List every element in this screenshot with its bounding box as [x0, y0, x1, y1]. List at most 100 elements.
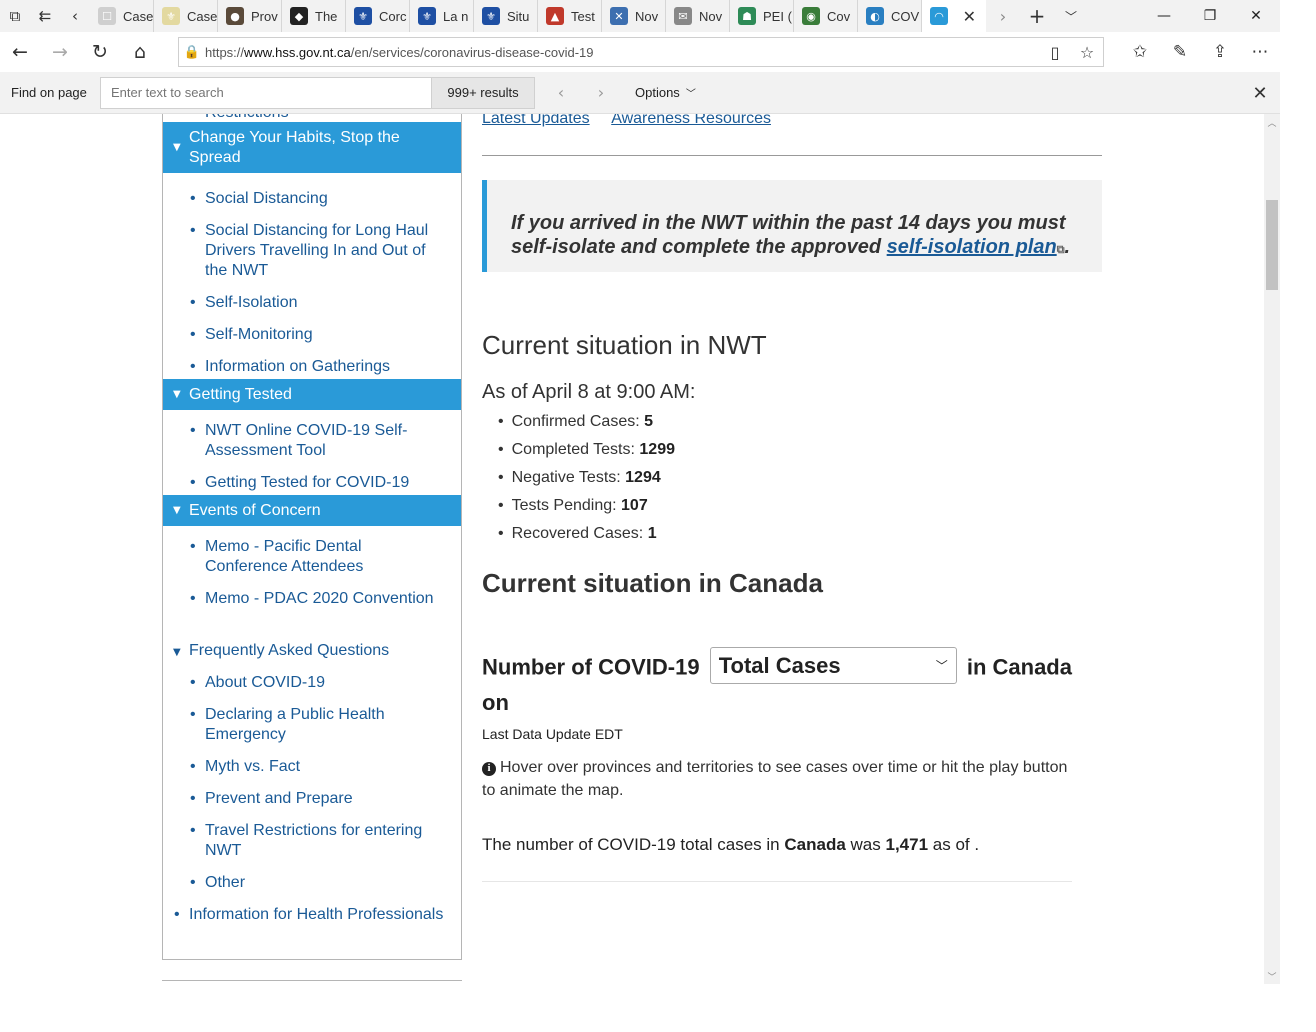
restore-icon[interactable]: ❐ — [1187, 0, 1233, 32]
sidebar-item-self-isolation[interactable]: • Self-Isolation — [190, 293, 435, 313]
find-previous-icon[interactable]: ‹ — [541, 77, 581, 109]
sidebar-section-habits[interactable]: ▼ Change Your Habits, Stop the Spread — [163, 122, 461, 173]
forward-icon[interactable]: → — [40, 32, 80, 72]
nwt-stats-list: • Confirmed Cases: 5 • Completed Tests: 12… — [498, 412, 675, 552]
tab-favicon-icon: ◆ — [290, 7, 308, 25]
web-note-icon[interactable]: ✎ — [1160, 32, 1200, 72]
page-viewport: Restrictions ▼ Change Your Habits, Stop … — [0, 114, 1264, 984]
tab-favicon-icon: ◠ — [930, 7, 948, 25]
sidebar-item-getting-tested[interactable]: • Getting Tested for COVID-19 — [190, 473, 435, 493]
sidebar-item-pacific-dental[interactable]: • Memo - Pacific Dental Conference Attend… — [190, 537, 435, 577]
browser-tab[interactable]: ☐ Case — [90, 0, 154, 32]
tab-favicon-icon: ◉ — [802, 7, 820, 25]
self-isolation-plan-link[interactable]: self-isolation plan — [887, 236, 1057, 258]
lock-icon: 🔒 — [183, 44, 201, 60]
sidebar-section-testing[interactable]: ▼ Getting Tested — [163, 379, 461, 410]
address-bar: ← → ↻ ⌂ 🔒 https://www.hss.gov.nt.ca/en/s… — [0, 32, 1280, 72]
chevron-down-icon: ﹀ — [685, 89, 696, 100]
sidebar-item-gatherings[interactable]: • Information on Gatherings — [190, 357, 435, 377]
sidebar-item-pdac[interactable]: • Memo - PDAC 2020 Convention — [190, 589, 435, 609]
browser-tab[interactable]: ✉ Nov — [666, 0, 730, 32]
browser-tab[interactable]: ⚜ Corc — [346, 0, 410, 32]
tab-favicon-icon: ▲ — [546, 7, 564, 25]
tab-label: Case — [123, 8, 154, 24]
sidebar-next-box-edge — [162, 980, 462, 981]
browser-tab[interactable]: ◐ COV — [858, 0, 922, 32]
stat-item: • Confirmed Cases: 5 — [498, 413, 654, 430]
home-icon[interactable]: ⌂ — [120, 32, 160, 72]
self-isolation-notice: If you arrived in the NWT within the pas… — [482, 180, 1102, 272]
close-window-icon[interactable]: ✕ — [1233, 0, 1279, 32]
sidebar-section-events[interactable]: ▼ Events of Concern — [163, 495, 461, 526]
metric-select[interactable]: Total Cases ﹀ — [709, 647, 957, 684]
tab-bar: ⧉ ⇇ ‹ ☐ Case ⚜ Case ● Prov ◆ The ⚜ Corc ⚜ La n ⚜ Situ… — [0, 0, 1280, 32]
tab-active[interactable]: ◠ ✕ — [922, 0, 986, 32]
find-options-button[interactable]: Options ﹀ — [635, 85, 696, 100]
browser-tab[interactable]: ◉ Cov — [794, 0, 858, 32]
new-tab-icon[interactable]: + — [1020, 0, 1054, 32]
find-input[interactable] — [100, 76, 432, 109]
sidebar-item-prevent-prepare[interactable]: • Prevent and Prepare — [190, 789, 435, 809]
sidebar-item-public-health-emergency[interactable]: • Declaring a Public Health Emergency — [190, 705, 435, 745]
expanded-triangle-icon: ▼ — [173, 141, 181, 153]
sidebar-item-self-assessment[interactable]: • NWT Online COVID-19 Self-Assessment Too… — [190, 421, 435, 461]
scroll-up-icon[interactable]: ︿ — [1264, 114, 1280, 130]
tab-scroll-left-icon[interactable]: ‹ — [60, 0, 90, 32]
quick-links: Latest Updates Awareness Resources — [482, 114, 789, 128]
sidebar-item-about-covid[interactable]: • About COVID-19 — [190, 673, 435, 693]
share-icon[interactable]: ⇪ — [1200, 32, 1240, 72]
scroll-down-icon[interactable]: ﹀ — [1264, 968, 1280, 984]
set-tabs-aside-icon[interactable]: ⇇ — [30, 0, 60, 32]
sidebar-item-health-professionals[interactable]: • Information for Health Professionals — [163, 905, 461, 925]
awareness-resources-link[interactable]: Awareness Resources — [611, 114, 771, 127]
more-icon[interactable]: ⋯ — [1240, 32, 1280, 72]
reading-view-icon[interactable]: ▯ — [1039, 43, 1071, 62]
browser-tab[interactable]: ⚜ La n — [410, 0, 474, 32]
total-cases-sentence: The number of COVID-19 total cases in Ca… — [482, 835, 980, 854]
favorites-hub-icon[interactable]: ✩ — [1120, 32, 1160, 72]
sidebar-item-self-monitoring[interactable]: • Self-Monitoring — [190, 325, 435, 345]
canada-heading: Current situation in Canada — [482, 568, 823, 598]
tab-favicon-icon: ⚜ — [482, 7, 500, 25]
divider — [482, 155, 1102, 156]
browser-tab[interactable]: ◆ The — [282, 0, 346, 32]
sidebar-item-other[interactable]: • Other — [190, 873, 435, 893]
sidebar-section-faq[interactable]: ▼ Frequently Asked Questions — [163, 641, 461, 661]
sidebar-item-travel-restrictions[interactable]: • Travel Restrictions for entering NWT — [190, 821, 435, 861]
tab-scroll-right-icon[interactable]: › — [986, 0, 1020, 32]
browser-tab[interactable]: ☗ PEI ( — [730, 0, 794, 32]
browser-tab[interactable]: ⚜ Case — [154, 0, 218, 32]
info-icon: i — [482, 761, 496, 776]
sidebar-item-restrictions[interactable]: Restrictions — [205, 114, 289, 122]
stat-item: • Negative Tests: 1294 — [498, 469, 661, 486]
tab-list-chevron-icon[interactable]: ﹀ — [1054, 0, 1088, 32]
tab-favicon-icon: ✕ — [610, 7, 628, 25]
close-tab-icon[interactable]: ✕ — [963, 7, 976, 26]
expanded-triangle-icon: ▼ — [173, 388, 181, 400]
tab-label: Test — [571, 8, 595, 24]
sidebar-item-social-distancing[interactable]: • Social Distancing — [190, 189, 435, 209]
url-field[interactable]: 🔒 https://www.hss.gov.nt.ca/en/services/… — [178, 37, 1104, 67]
browser-tab[interactable]: ▲ Test — [538, 0, 602, 32]
as-of-text: As of April 8 at 9:00 AM: — [482, 381, 696, 403]
browser-tab[interactable]: ● Prov — [218, 0, 282, 32]
sidebar-item-myth-fact[interactable]: • Myth vs. Fact — [190, 757, 435, 777]
browser-tab[interactable]: ✕ Nov — [602, 0, 666, 32]
back-icon[interactable]: ← — [0, 32, 40, 72]
page-scrollbar[interactable]: ︿ ﹀ — [1264, 114, 1280, 984]
scrollbar-thumb[interactable] — [1266, 200, 1278, 290]
url-text[interactable]: https://www.hss.gov.nt.ca/en/services/co… — [205, 45, 1039, 60]
sidebar-item-long-haul-drivers[interactable]: • Social Distancing for Long Haul Drivers… — [190, 221, 435, 281]
minimize-icon[interactable]: — — [1141, 0, 1187, 32]
stat-item: • Tests Pending: 107 — [498, 497, 648, 514]
find-next-icon[interactable]: › — [581, 77, 621, 109]
stat-item: • Recovered Cases: 1 — [498, 525, 657, 542]
external-link-icon: ⧉ — [1056, 243, 1065, 256]
browser-tab[interactable]: ⚜ Situ — [474, 0, 538, 32]
tab-actions-icon[interactable]: ⧉ — [0, 0, 30, 32]
find-close-icon[interactable]: ✕ — [1245, 77, 1275, 109]
favorite-star-icon[interactable]: ☆ — [1071, 43, 1103, 62]
tab-label: La n — [443, 8, 469, 24]
refresh-icon[interactable]: ↻ — [80, 32, 120, 72]
latest-updates-link[interactable]: Latest Updates — [482, 114, 590, 127]
